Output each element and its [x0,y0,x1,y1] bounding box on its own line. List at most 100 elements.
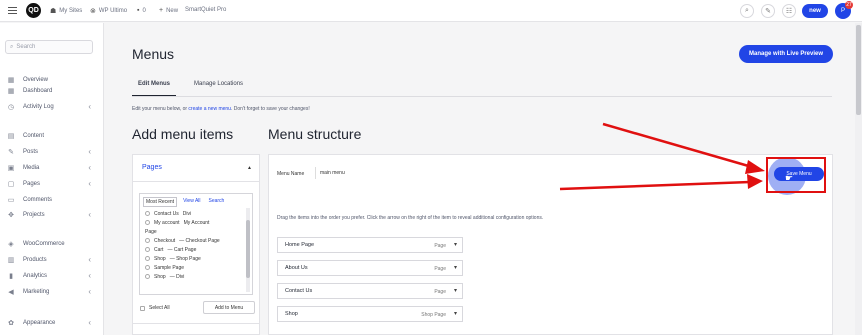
create-new-menu-link[interactable]: create a new menu [188,106,231,112]
menu-item-type: Shop Page [421,312,446,318]
sidebar-item-posts[interactable]: ✎ Posts ‹ [7,147,95,157]
expand-arrow-icon[interactable]: ▾ [454,264,457,271]
settings-button[interactable]: ☷ [782,4,796,18]
chevron-left-icon[interactable]: ‹ [88,102,91,112]
page-checklist: Contact Us Divi My account My Account Page Ch… [145,209,245,281]
new-content-link[interactable]: + New [159,7,178,14]
radio-icon [145,238,150,243]
tab-search[interactable]: Search [207,197,227,207]
sidebar-item-marketing[interactable]: ◀ Marketing ‹ [7,287,95,297]
page-checkbox-item[interactable]: Sample Page [145,263,245,272]
annotation-box [766,157,826,193]
expand-arrow-icon[interactable]: ▾ [454,287,457,294]
menu-item-type: Page [434,243,446,249]
chevron-left-icon[interactable]: ‹ [88,210,91,220]
site-logo[interactable]: QD [26,3,41,18]
chevron-left-icon[interactable]: ‹ [88,163,91,173]
page-item-tag: — Cart Page [167,246,197,253]
pages-accordion-header[interactable]: Pages ▲ [133,155,259,182]
chevron-left-icon[interactable]: ‹ [88,318,91,328]
search-button[interactable]: ⌕ [740,4,754,18]
page-checkbox-item[interactable]: Shop — Divi [145,272,245,281]
menu-item-type: Page [434,266,446,272]
manage-live-preview-button[interactable]: Manage with Live Preview [739,45,833,63]
menu-item-home-page[interactable]: Home Page Page ▾ [277,237,463,253]
chevron-left-icon[interactable]: ‹ [88,147,91,157]
wp-ultimo-link[interactable]: ⊗ WP Ultimo [90,7,127,15]
sidebar-item-overview[interactable]: ▦ Overview [7,75,95,85]
admin-top-bar: QD ☗ My Sites ⊗ WP Ultimo ▪ 0 + New Smar… [0,0,862,22]
tab-edit-menus[interactable]: Edit Menus [132,77,177,97]
tabs-divider [132,96,832,97]
page-item-label: My account [154,219,180,226]
sidebar-item-dashboard[interactable]: ▦ Dashboard [7,86,95,96]
sidebar-item-media[interactable]: ▣ Media ‹ [7,163,95,173]
comment-icon: ▪ [137,7,140,14]
chevron-left-icon[interactable]: ‹ [88,179,91,189]
menu-item-shop[interactable]: Shop Shop Page ▾ [277,306,463,322]
radio-icon [145,247,150,252]
comments-link[interactable]: ▪ 0 [137,7,146,14]
page-item-tag: — Divi [169,273,185,280]
activity-log-icon: ◷ [7,104,15,111]
tab-view-all[interactable]: View All [181,197,202,207]
menu-item-contact-us[interactable]: Contact Us Page ▾ [277,283,463,299]
chevron-left-icon[interactable]: ‹ [88,287,91,297]
menu-name-input[interactable]: main menu [315,167,371,179]
sidebar-item-label: Overview [23,77,49,83]
tab-manage-locations[interactable]: Manage Locations [188,77,249,97]
hamburger-menu-icon[interactable] [8,7,17,14]
page-checkbox-item[interactable]: Contact Us Divi [145,209,245,218]
menu-item-about-us[interactable]: About Us Page ▾ [277,260,463,276]
analytics-icon: ▮ [9,273,13,280]
wordpress-icon: ⊗ [90,8,96,15]
page-checkbox-item[interactable]: Shop — Shop Page [145,254,245,263]
pages-tabs: Most Recent View All Search [143,197,226,207]
edit-button[interactable]: ✎ [761,4,775,18]
sidebar-item-label: Content [23,133,45,139]
tab-most-recent[interactable]: Most Recent [143,197,178,207]
page-item-label: Checkout [154,237,176,244]
sidebar-item-products[interactable]: ▥ Products ‹ [7,255,95,265]
page-item-tag: — Shop Page [169,255,201,262]
expand-arrow-icon[interactable]: ▾ [454,241,457,248]
expand-arrow-icon[interactable]: ▾ [454,310,457,317]
page-checkbox-item[interactable]: Cart — Cart Page [145,245,245,254]
my-sites-link[interactable]: ☗ My Sites [50,7,82,15]
notice-text-pre: Edit your menu below, or [132,106,188,112]
sidebar-item-analytics[interactable]: ▮ Analytics ‹ [7,271,95,281]
sidebar-item-label: Comments [23,197,53,203]
menu-item-title: About Us [285,265,308,271]
add-to-menu-button[interactable]: Add to Menu [203,301,255,314]
page-checkbox-item[interactable]: My account My Account [145,218,245,227]
sliders-icon: ☷ [785,8,793,15]
page-scrollbar[interactable] [855,23,862,335]
sidebar-search-input[interactable]: ⌕ Search [5,40,93,54]
site-name-link[interactable]: SmartQuiet Pro [185,7,226,13]
search-placeholder: Search [16,44,36,50]
collapse-arrow-icon[interactable]: ▲ [247,165,252,171]
sidebar-item-activity-log[interactable]: ◷ Activity Log ‹ [7,102,95,112]
page-item-label: Sample Page [154,264,185,271]
menu-structure-heading: Menu structure [268,126,362,142]
edit-notice: Edit your menu below, or create a new me… [132,106,310,112]
wp-ultimo-label: WP Ultimo [98,8,128,14]
new-button[interactable]: new [802,4,828,18]
page-checkbox-item[interactable]: Checkout — Checkout Page [145,236,245,245]
sidebar-item-projects[interactable]: ✥ Projects ‹ [7,210,95,220]
sidebar-item-woocommerce[interactable]: ◈ WooCommerce [7,239,95,249]
page-group-heading: Page [145,227,245,236]
sidebar-item-pages[interactable]: ▢ Pages ‹ [7,179,95,189]
site-name-label: SmartQuiet Pro [185,7,227,13]
new-content-label: New [166,7,179,14]
radio-icon [145,274,150,279]
sidebar-item-appearance[interactable]: ✿ Appearance ‹ [7,318,95,328]
sidebar-item-comments[interactable]: ▭ Comments [7,195,95,205]
sidebar-item-content[interactable]: ▤ Content [7,131,95,141]
page-list-scrollbar[interactable] [246,208,250,292]
select-all-checkbox[interactable]: Select All [140,305,170,311]
comments-count: 0 [142,7,146,14]
chevron-left-icon[interactable]: ‹ [88,271,91,281]
chevron-left-icon[interactable]: ‹ [88,255,91,265]
pencil-icon: ✎ [765,8,771,15]
